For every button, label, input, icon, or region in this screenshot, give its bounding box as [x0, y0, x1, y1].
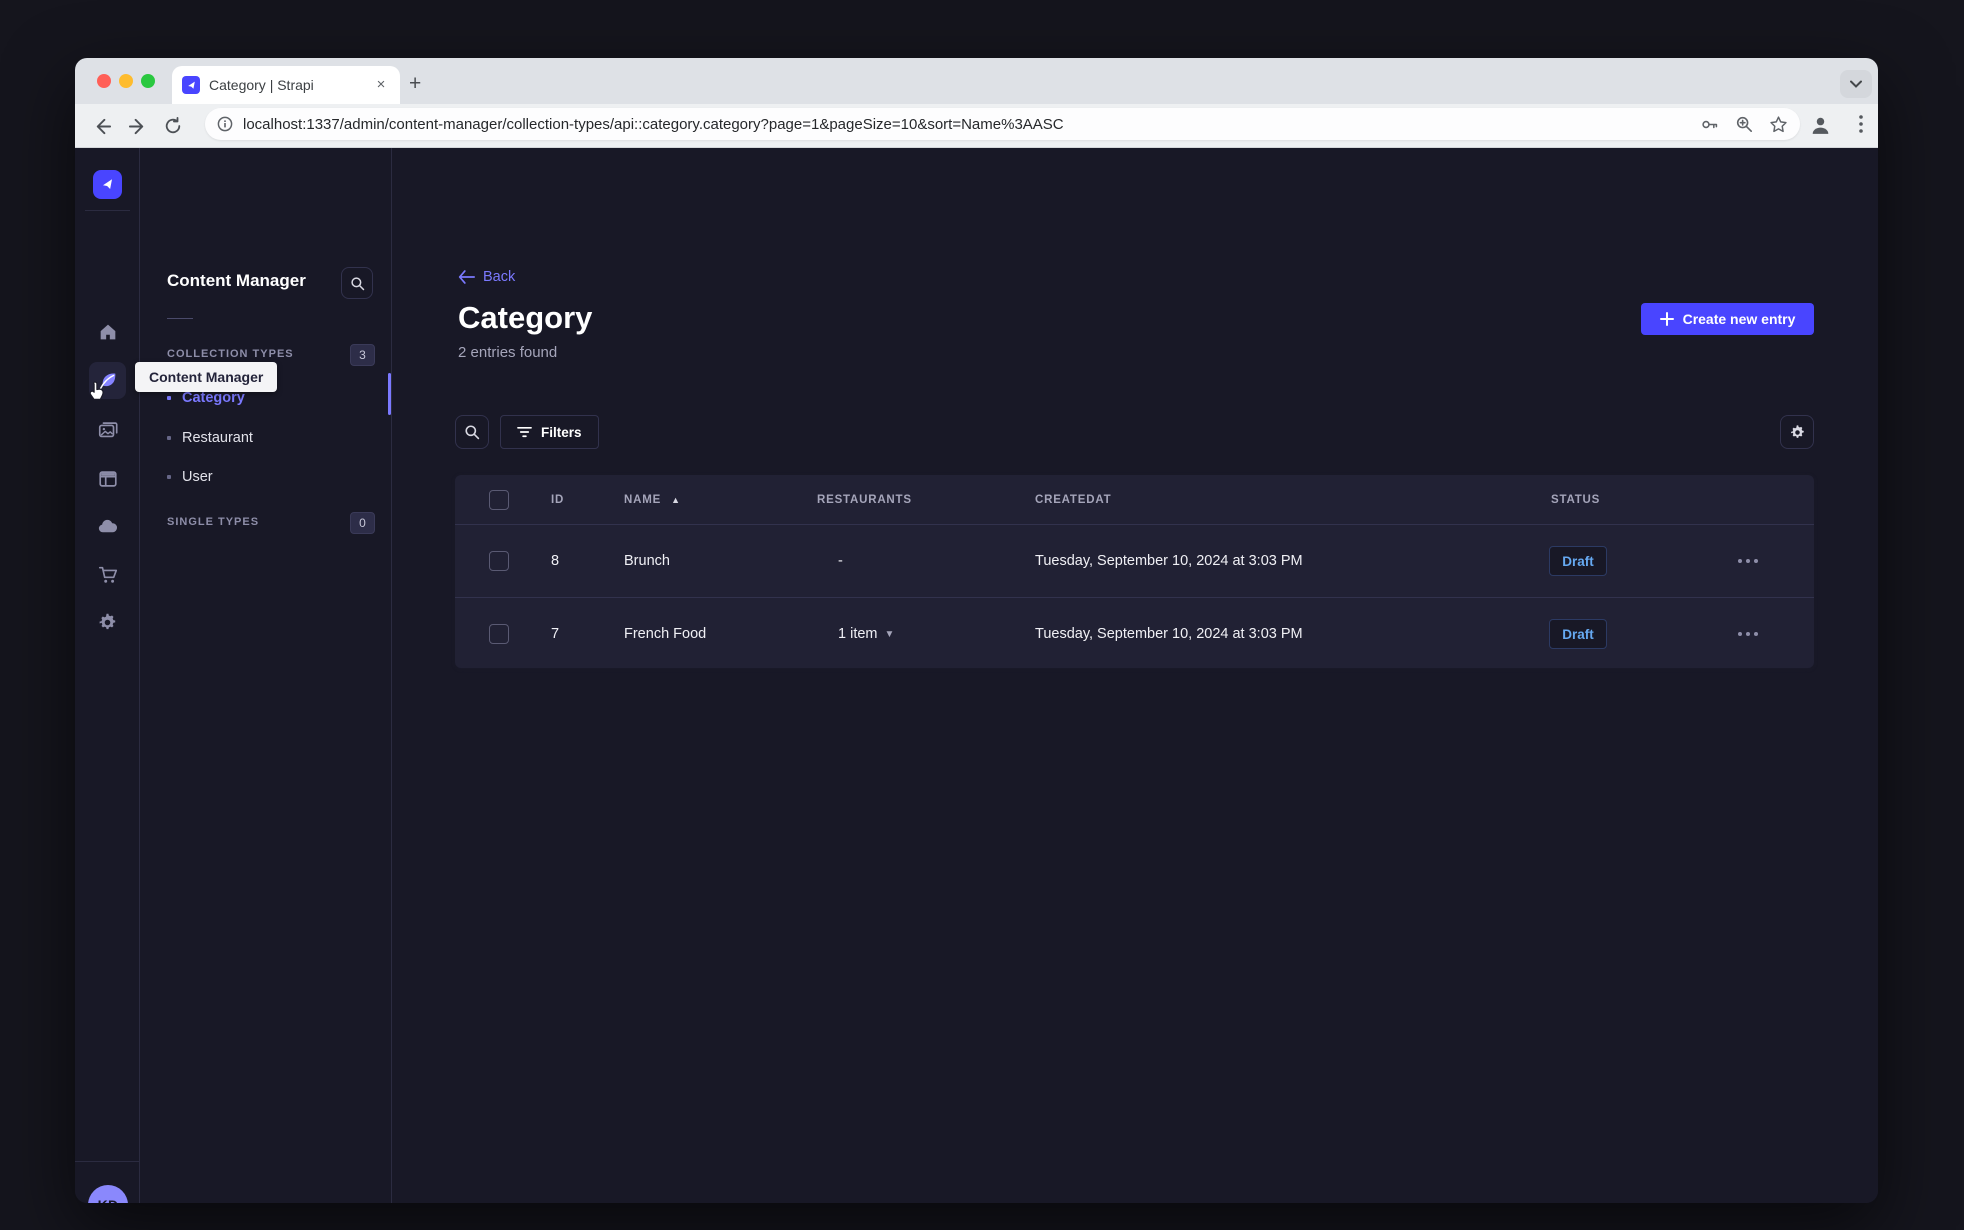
collection-types-badge: 3 — [350, 344, 375, 366]
subnav-scrollbar[interactable] — [388, 373, 391, 415]
cell-createdat: Tuesday, September 10, 2024 at 3:03 PM — [1035, 553, 1303, 569]
table-header: ID NAME ▲ RESTAURANTS CREATEDAT STATUS — [455, 475, 1814, 525]
close-window-button[interactable] — [97, 74, 111, 88]
rail-home-icon[interactable] — [89, 313, 126, 350]
column-header-restaurants[interactable]: RESTAURANTS — [817, 475, 912, 525]
browser-tab[interactable]: Category | Strapi × — [172, 66, 400, 104]
column-header-status[interactable]: STATUS — [1551, 475, 1600, 525]
status-badge: Draft — [1549, 619, 1607, 649]
url-text: localhost:1337/admin/content-manager/col… — [243, 115, 1064, 133]
maximize-window-button[interactable] — [141, 74, 155, 88]
page-info-icon[interactable] — [217, 116, 233, 132]
browser-profile-icon[interactable] — [1808, 113, 1833, 138]
collection-types-label: COLLECTION TYPES — [167, 348, 294, 360]
create-new-entry-button[interactable]: Create new entry — [1641, 303, 1814, 335]
filter-icon — [517, 426, 532, 438]
tab-title: Category | Strapi — [209, 77, 314, 93]
tab-search-chevron-icon[interactable] — [1840, 70, 1872, 98]
filters-button[interactable]: Filters — [500, 415, 599, 449]
url-bar[interactable]: localhost:1337/admin/content-manager/col… — [205, 108, 1800, 140]
rail-divider — [85, 210, 130, 211]
browser-window: Category | Strapi × + localhost:1337/adm… — [75, 58, 1878, 1203]
plus-icon — [1659, 312, 1674, 326]
forward-icon[interactable] — [124, 113, 150, 139]
subnav-search-button[interactable] — [341, 267, 373, 299]
back-icon[interactable] — [89, 113, 115, 139]
rail-media-library-icon[interactable] — [89, 411, 126, 448]
desktop: Category | Strapi × + localhost:1337/adm… — [0, 0, 1964, 1230]
status-badge: Draft — [1549, 546, 1607, 576]
reload-icon[interactable] — [160, 113, 186, 139]
bookmark-star-icon[interactable] — [1769, 115, 1788, 134]
rail-marketplace-icon[interactable] — [89, 556, 126, 593]
tab-strip: Category | Strapi × + — [75, 58, 1878, 104]
user-avatar[interactable]: KD — [88, 1185, 128, 1203]
content-manager-tooltip: Content Manager — [135, 362, 278, 392]
view-settings-button[interactable] — [1780, 415, 1814, 449]
strapi-app: KD Content Manager COLLECTION TYPES 3 Ca… — [75, 148, 1878, 1203]
content-manager-subnav: Content Manager COLLECTION TYPES 3 Categ… — [140, 148, 392, 1203]
mouse-cursor-icon — [87, 380, 109, 404]
page-title: Category — [458, 300, 593, 335]
cell-createdat: Tuesday, September 10, 2024 at 3:03 PM — [1035, 626, 1303, 642]
password-key-icon[interactable] — [1700, 115, 1719, 134]
tab-close-icon[interactable]: × — [372, 76, 390, 94]
new-tab-button[interactable]: + — [409, 73, 421, 94]
entries-count: 2 entries found — [458, 344, 558, 361]
select-all-checkbox[interactable] — [489, 490, 509, 510]
row-actions-menu-icon[interactable] — [1738, 598, 1758, 670]
rail-content-type-builder-icon[interactable] — [89, 460, 126, 497]
table-row[interactable]: 7 French Food 1 item ▼ Tuesday, Septembe… — [455, 597, 1814, 669]
sort-asc-icon: ▲ — [671, 495, 681, 505]
row-actions-menu-icon[interactable] — [1738, 525, 1758, 597]
subnav-divider — [167, 318, 193, 319]
cell-id: 8 — [551, 553, 560, 569]
cell-restaurants-toggle[interactable]: 1 item ▼ — [838, 598, 894, 670]
main-content: Back Category 2 entries found Create new… — [392, 148, 1878, 1203]
zoom-icon[interactable] — [1735, 115, 1753, 133]
sidebar-item-user[interactable]: User — [167, 469, 213, 485]
rail-settings-icon[interactable] — [89, 604, 126, 641]
cell-restaurants: - — [838, 553, 843, 569]
rail-bottom-divider — [75, 1161, 140, 1162]
minimize-window-button[interactable] — [119, 74, 133, 88]
column-header-name[interactable]: NAME ▲ — [624, 475, 681, 525]
browser-menu-icon[interactable] — [1851, 113, 1871, 135]
single-types-badge: 0 — [350, 512, 375, 534]
back-link[interactable]: Back — [458, 269, 515, 285]
nav-rail: KD — [75, 148, 140, 1203]
single-types-label: SINGLE TYPES — [167, 516, 260, 528]
row-checkbox[interactable] — [489, 551, 509, 571]
column-header-id[interactable]: ID — [551, 475, 564, 525]
row-checkbox[interactable] — [489, 624, 509, 644]
cell-id: 7 — [551, 626, 560, 642]
caret-down-icon: ▼ — [884, 628, 895, 640]
table-search-button[interactable] — [455, 415, 489, 449]
strapi-logo[interactable] — [93, 170, 122, 199]
bullet-icon — [167, 475, 171, 479]
subnav-title: Content Manager — [167, 271, 306, 290]
cell-name: French Food — [624, 626, 707, 642]
strapi-favicon-icon — [182, 76, 200, 94]
cell-name: Brunch — [624, 553, 670, 569]
column-header-createdat[interactable]: CREATEDAT — [1035, 475, 1111, 525]
bullet-icon — [167, 436, 171, 440]
sidebar-item-category[interactable]: Category — [167, 390, 245, 406]
rail-cloud-icon[interactable] — [89, 508, 126, 545]
browser-toolbar: localhost:1337/admin/content-manager/col… — [75, 104, 1878, 148]
sidebar-item-restaurant[interactable]: Restaurant — [167, 430, 253, 446]
arrow-left-icon — [458, 270, 475, 284]
bullet-icon — [167, 396, 171, 400]
entries-table: ID NAME ▲ RESTAURANTS CREATEDAT STATUS 8… — [455, 475, 1814, 668]
table-row[interactable]: 8 Brunch - Tuesday, September 10, 2024 a… — [455, 525, 1814, 597]
